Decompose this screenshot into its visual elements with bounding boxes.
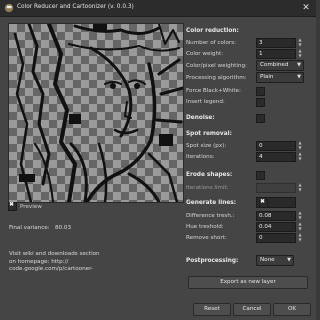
generate-lines-label: Generate lines: — [186, 200, 237, 206]
color-reduction-heading: Color reduction: — [186, 28, 239, 34]
ok-button[interactable]: OK — [273, 303, 311, 316]
insert-legend-checkbox[interactable] — [256, 98, 265, 107]
spot-removal-heading: Spot removal: — [186, 131, 232, 137]
spot-size-input[interactable]: 0 — [256, 141, 296, 151]
stepper-down-icon[interactable]: ▼ — [296, 53, 304, 58]
remove-short-input[interactable]: 0 — [256, 233, 296, 243]
close-icon[interactable]: ✕ — [298, 1, 314, 15]
cancel-button[interactable]: Cancel — [233, 303, 271, 316]
color-weight-label: Color weight: — [186, 51, 224, 57]
generate-lines-checkbox[interactable] — [259, 198, 268, 208]
insert-legend-label: Insert legend: — [186, 99, 225, 105]
difference-treshold-label: Difference tresh.: — [186, 213, 235, 219]
chevron-down-icon: ▼ — [297, 74, 301, 80]
chevron-down-icon: ▼ — [297, 62, 301, 68]
window-title: Color Reducer and Cartoonizer (v. 0.0.3) — [17, 4, 134, 10]
number-of-colors-label: Number of colors: — [186, 40, 236, 46]
reset-button[interactable]: Reset — [193, 303, 231, 316]
stepper-down-icon[interactable]: ▼ — [296, 215, 304, 220]
stepper-down-icon[interactable]: ▼ — [296, 226, 304, 231]
iterations-input[interactable]: 4 — [256, 152, 296, 162]
preview-checkbox-box[interactable] — [8, 201, 17, 211]
denoise-label: Denoise: — [186, 115, 215, 121]
iterations-label: Iterations: — [186, 154, 215, 160]
pixel-weighting-dropdown[interactable]: Combined ▼ — [256, 60, 304, 71]
plugin-dialog: Color Reducer and Cartoonizer (v. 0.0.3)… — [0, 0, 316, 320]
remove-short-label: Remove short: — [186, 235, 227, 241]
processing-algorithm-label: Processing algorithm: — [186, 75, 247, 81]
info-line-1: Visit wiki and downloads section — [9, 251, 100, 257]
final-variance: Final variance: 80.03 — [9, 225, 71, 231]
number-of-colors-input[interactable]: 3 — [256, 38, 296, 48]
force-bw-label: Force Black+White: — [186, 88, 241, 94]
iterations-stepper[interactable]: ▲ ▼ — [296, 151, 304, 161]
erode-shapes-checkbox[interactable] — [256, 171, 265, 180]
difference-treshold-input[interactable]: 0.08 — [256, 211, 296, 221]
generate-lines-field[interactable] — [256, 197, 296, 208]
iterations-limit-stepper[interactable]: ▲ ▼ — [296, 182, 304, 192]
hue-treshold-label: Hue treshold: — [186, 224, 224, 230]
final-variance-label: Final variance: — [9, 225, 50, 231]
stepper-down-icon[interactable]: ▼ — [296, 156, 304, 161]
processing-algorithm-dropdown[interactable]: Plain ▼ — [256, 72, 304, 83]
stepper-down-icon[interactable]: ▼ — [296, 42, 304, 47]
iterations-limit-input[interactable] — [256, 183, 296, 193]
number-of-colors-stepper[interactable]: ▲ ▼ — [296, 37, 304, 47]
preview-checkbox[interactable]: Preview — [8, 201, 42, 211]
postprocessing-dropdown[interactable]: None ▼ — [256, 255, 294, 266]
chevron-down-icon: ▼ — [287, 257, 291, 263]
stepper-down-icon[interactable]: ▼ — [296, 145, 304, 150]
postprocessing-label: Postprocessing: — [186, 258, 239, 264]
hue-treshold-input[interactable]: 0.04 — [256, 222, 296, 232]
pixel-weighting-label: Color/pixel weighting: — [186, 63, 247, 69]
remove-short-stepper[interactable]: ▲ ▼ — [296, 232, 304, 242]
gimp-app-icon — [4, 3, 14, 13]
erode-shapes-label: Erode shapes: — [186, 172, 233, 178]
denoise-checkbox[interactable] — [256, 114, 265, 123]
hue-treshold-stepper[interactable]: ▲ ▼ — [296, 221, 304, 231]
title-bar[interactable]: Color Reducer and Cartoonizer (v. 0.0.3)… — [0, 0, 316, 17]
info-line-3: code.google.com/p/cartooner- — [9, 266, 94, 273]
stepper-down-icon[interactable]: ▼ — [296, 237, 304, 242]
cartoon-preview-drawing — [13, 24, 183, 202]
preview-label: Preview — [20, 203, 42, 210]
info-line-2: on homepage: http:// — [9, 258, 69, 265]
preview-image — [8, 23, 184, 203]
difference-treshold-stepper[interactable]: ▲ ▼ — [296, 210, 304, 220]
color-weight-input[interactable]: 1 — [256, 49, 296, 59]
final-variance-value: 80.03 — [55, 225, 72, 231]
spot-size-label: Spot size (px): — [186, 143, 227, 149]
stepper-down-icon[interactable]: ▼ — [296, 187, 304, 192]
force-bw-checkbox[interactable] — [256, 87, 265, 96]
spot-size-stepper[interactable]: ▲ ▼ — [296, 140, 304, 150]
export-as-new-layer-button[interactable]: Export as new layer — [188, 276, 308, 289]
color-weight-stepper[interactable]: ▲ ▼ — [296, 48, 304, 58]
iterations-limit-label: Iterations limit: — [186, 185, 229, 191]
info-text: Visit wiki and downloads section on home… — [9, 251, 100, 274]
